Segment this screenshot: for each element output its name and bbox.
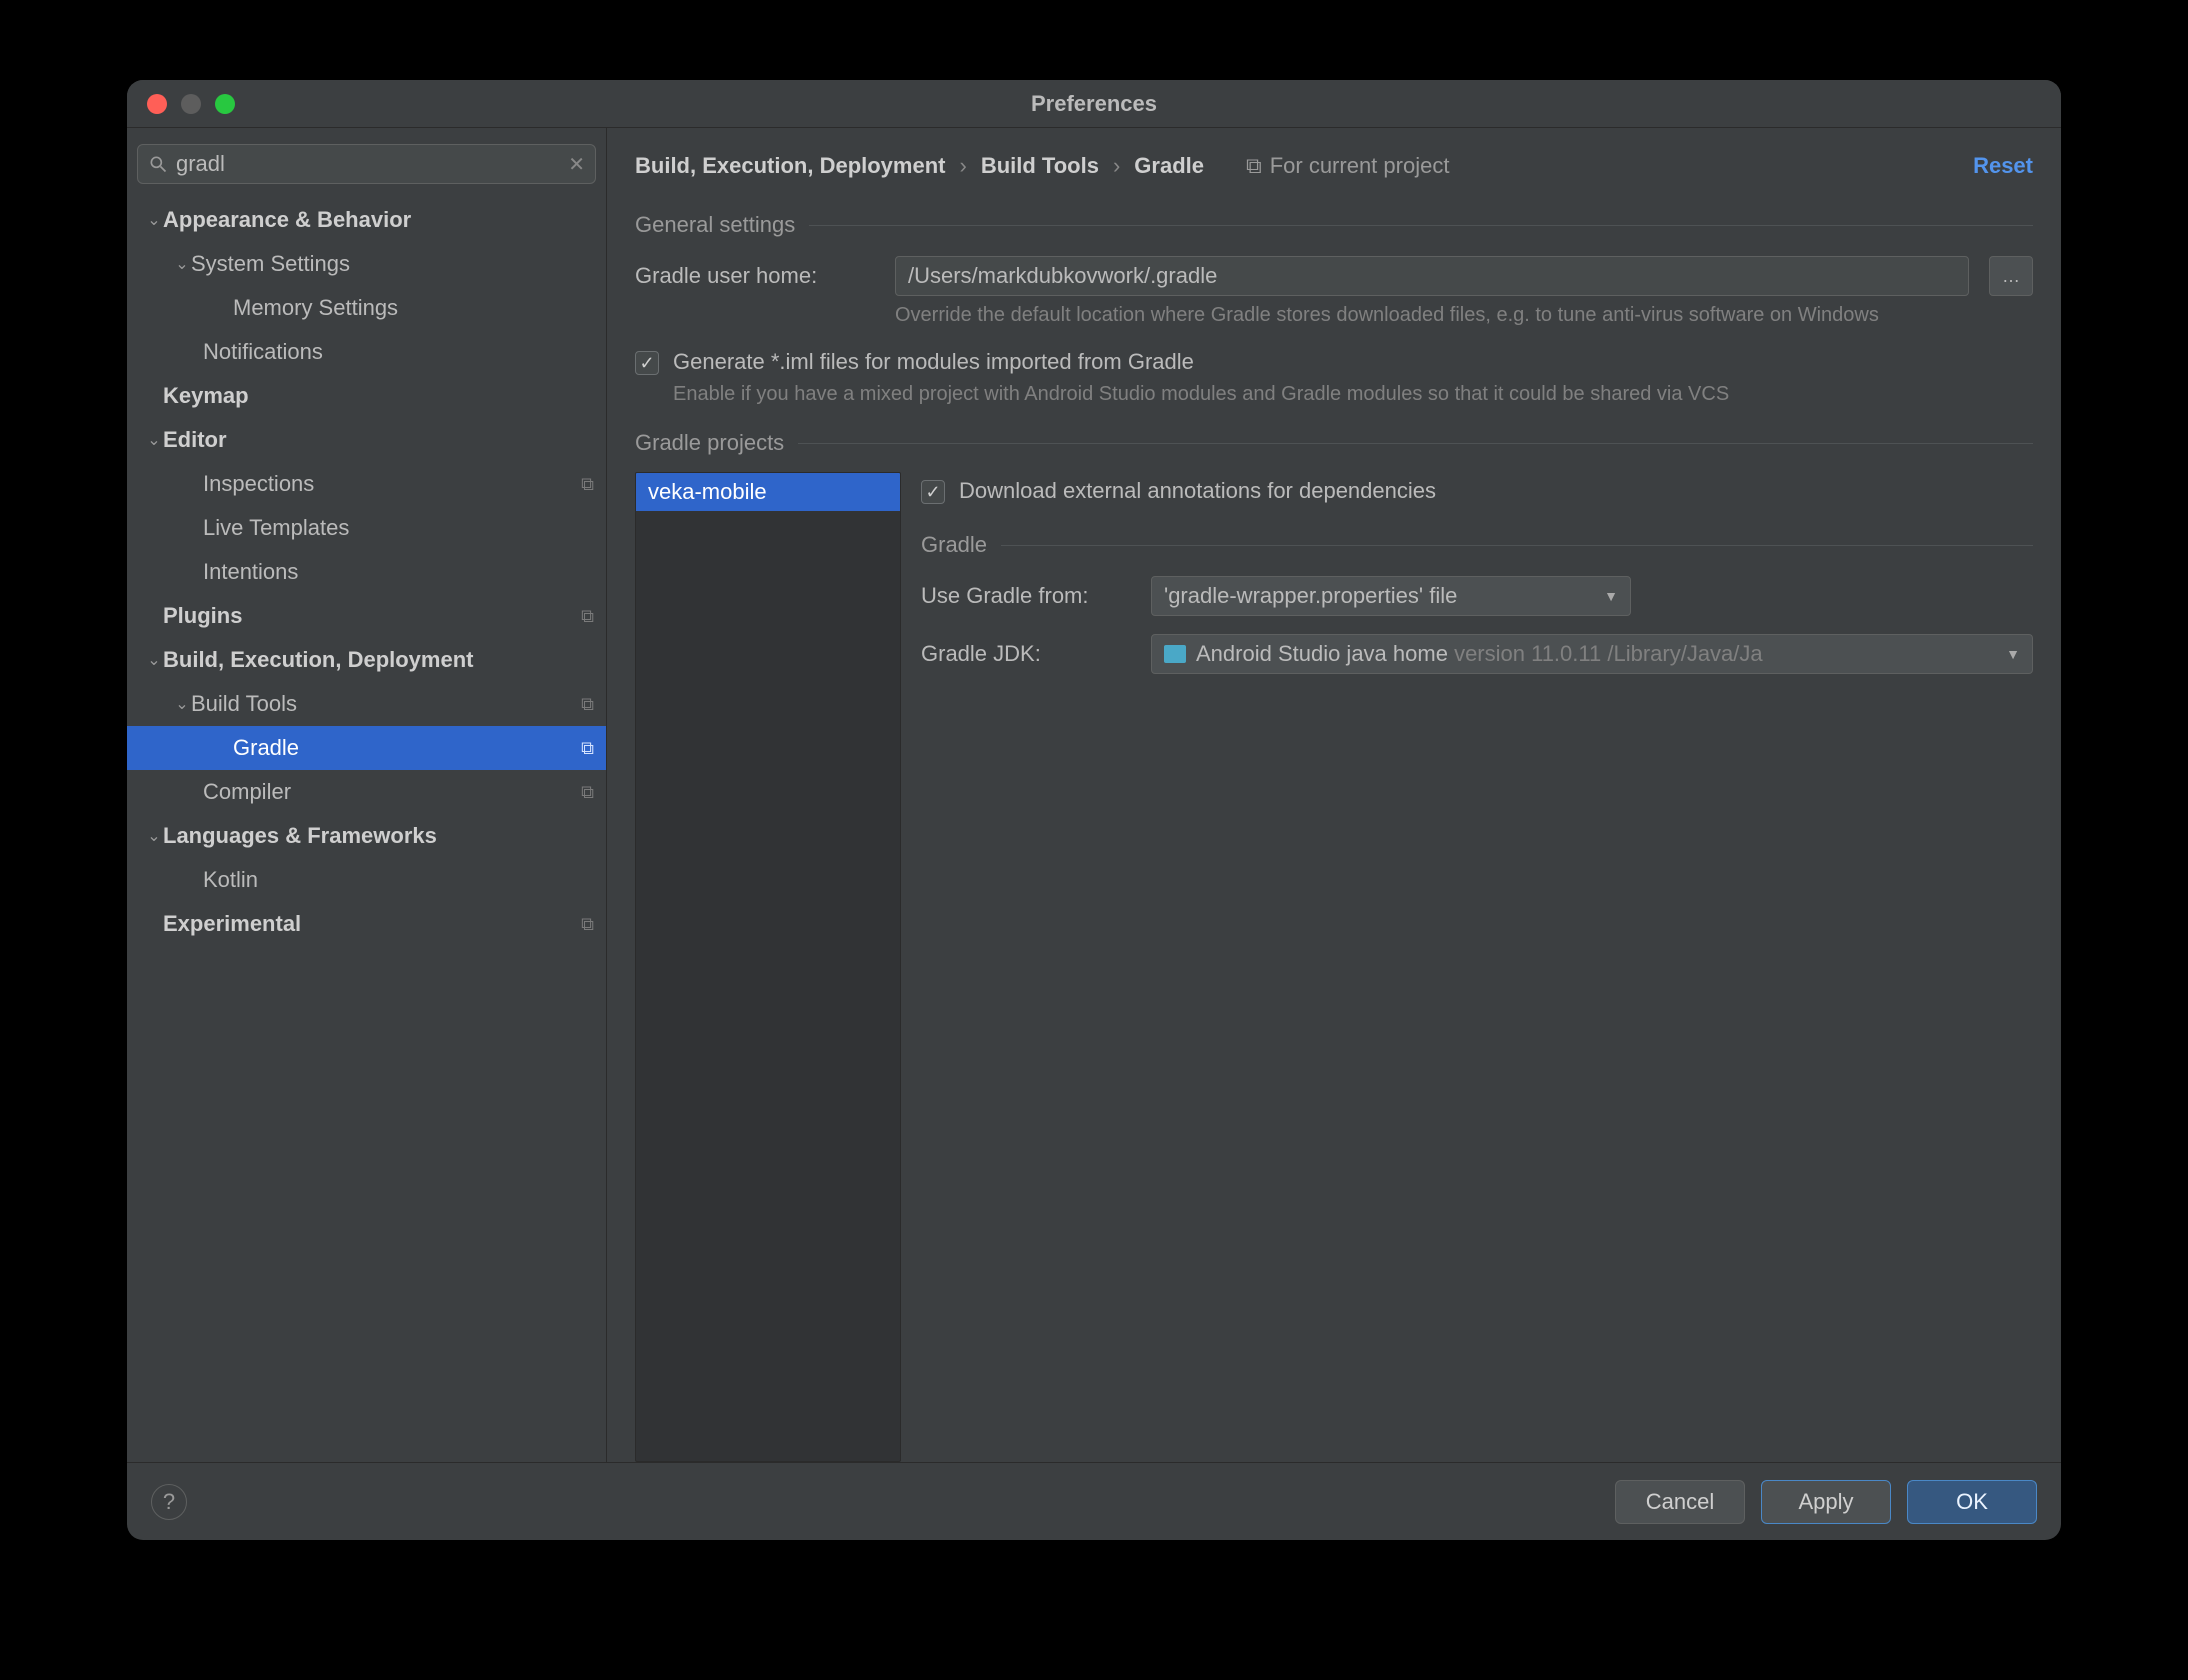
download-annotations-checkbox[interactable] — [921, 480, 945, 504]
gradle-jdk-label: Gradle JDK: — [921, 641, 1131, 667]
sidebar-item-editor[interactable]: ⌄Editor — [127, 418, 606, 462]
search-input-wrap[interactable]: ✕ — [137, 144, 596, 184]
sidebar-item-languages[interactable]: ⌄Languages & Frameworks — [127, 814, 606, 858]
browse-button[interactable]: … — [1989, 256, 2033, 296]
sidebar: ✕ ⌄Appearance & Behavior ⌄System Setting… — [127, 128, 607, 1462]
search-input[interactable] — [176, 151, 560, 177]
generate-iml-hint: Enable if you have a mixed project with … — [673, 381, 2033, 408]
sidebar-item-gradle[interactable]: Gradle — [127, 726, 606, 770]
project-item[interactable]: veka-mobile — [636, 473, 900, 511]
search-icon — [148, 154, 168, 174]
sidebar-item-appearance[interactable]: ⌄Appearance & Behavior — [127, 198, 606, 242]
sidebar-item-system-settings[interactable]: ⌄System Settings — [127, 242, 606, 286]
section-general: General settings — [635, 212, 2033, 238]
crumb-build[interactable]: Build, Execution, Deployment — [635, 153, 945, 179]
window-title: Preferences — [127, 91, 2061, 117]
generate-iml-checkbox[interactable] — [635, 351, 659, 375]
settings-tree[interactable]: ⌄Appearance & Behavior ⌄System Settings … — [127, 194, 606, 1462]
copy-icon[interactable] — [581, 738, 594, 759]
section-gradle: Gradle — [921, 532, 2033, 558]
generate-iml-label[interactable]: Generate *.iml files for modules importe… — [673, 349, 1194, 375]
gradle-projects-list[interactable]: veka-mobile — [635, 472, 901, 1462]
scope-label: For current project — [1246, 153, 1449, 179]
sidebar-item-notifications[interactable]: Notifications — [127, 330, 606, 374]
sidebar-item-build-tools[interactable]: ⌄Build Tools — [127, 682, 606, 726]
main-panel: Build, Execution, Deployment › Build Too… — [607, 128, 2061, 1462]
sidebar-item-plugins[interactable]: ⌄Plugins — [127, 594, 606, 638]
jdk-icon — [1164, 645, 1186, 663]
gradle-home-label: Gradle user home: — [635, 263, 875, 289]
use-gradle-from-select[interactable]: 'gradle-wrapper.properties' file — [1151, 576, 1631, 616]
use-gradle-from-label: Use Gradle from: — [921, 583, 1131, 609]
crumb-gradle: Gradle — [1134, 153, 1204, 179]
titlebar[interactable]: Preferences — [127, 80, 2061, 128]
gradle-home-hint: Override the default location where Grad… — [895, 302, 2033, 329]
dialog-footer: ? Cancel Apply OK — [127, 1462, 2061, 1540]
sidebar-item-compiler[interactable]: Compiler — [127, 770, 606, 814]
section-projects: Gradle projects — [635, 430, 2033, 456]
sidebar-item-intentions[interactable]: Intentions — [127, 550, 606, 594]
project-settings: Download external annotations for depend… — [921, 472, 2033, 1462]
download-annotations-label[interactable]: Download external annotations for depend… — [959, 478, 1436, 504]
sidebar-item-keymap[interactable]: ⌄Keymap — [127, 374, 606, 418]
breadcrumb: Build, Execution, Deployment › Build Too… — [635, 142, 2033, 190]
copy-icon[interactable] — [581, 694, 594, 715]
gradle-home-input[interactable] — [895, 256, 1969, 296]
copy-icon[interactable] — [581, 914, 594, 935]
gradle-jdk-select[interactable]: Android Studio java home version 11.0.11… — [1151, 634, 2033, 674]
window-body: ✕ ⌄Appearance & Behavior ⌄System Setting… — [127, 128, 2061, 1462]
apply-button[interactable]: Apply — [1761, 1480, 1891, 1524]
ok-button[interactable]: OK — [1907, 1480, 2037, 1524]
chevron-right-icon: › — [1113, 153, 1120, 179]
sidebar-item-kotlin[interactable]: Kotlin — [127, 858, 606, 902]
help-button[interactable]: ? — [151, 1484, 187, 1520]
sidebar-item-live-templates[interactable]: Live Templates — [127, 506, 606, 550]
sidebar-item-memory[interactable]: Memory Settings — [127, 286, 606, 330]
sidebar-item-experimental[interactable]: ⌄Experimental — [127, 902, 606, 946]
preferences-window: Preferences ✕ ⌄Appearance & Behavior ⌄Sy… — [127, 80, 2061, 1540]
sidebar-item-inspections[interactable]: Inspections — [127, 462, 606, 506]
clear-search-icon[interactable]: ✕ — [568, 152, 585, 177]
reset-link[interactable]: Reset — [1973, 153, 2033, 179]
project-scope-icon — [1246, 153, 1262, 179]
chevron-right-icon: › — [959, 153, 966, 179]
copy-icon[interactable] — [581, 606, 594, 627]
copy-icon[interactable] — [581, 474, 594, 495]
cancel-button[interactable]: Cancel — [1615, 1480, 1745, 1524]
sidebar-item-build[interactable]: ⌄Build, Execution, Deployment — [127, 638, 606, 682]
crumb-build-tools[interactable]: Build Tools — [981, 153, 1099, 179]
copy-icon[interactable] — [581, 782, 594, 803]
